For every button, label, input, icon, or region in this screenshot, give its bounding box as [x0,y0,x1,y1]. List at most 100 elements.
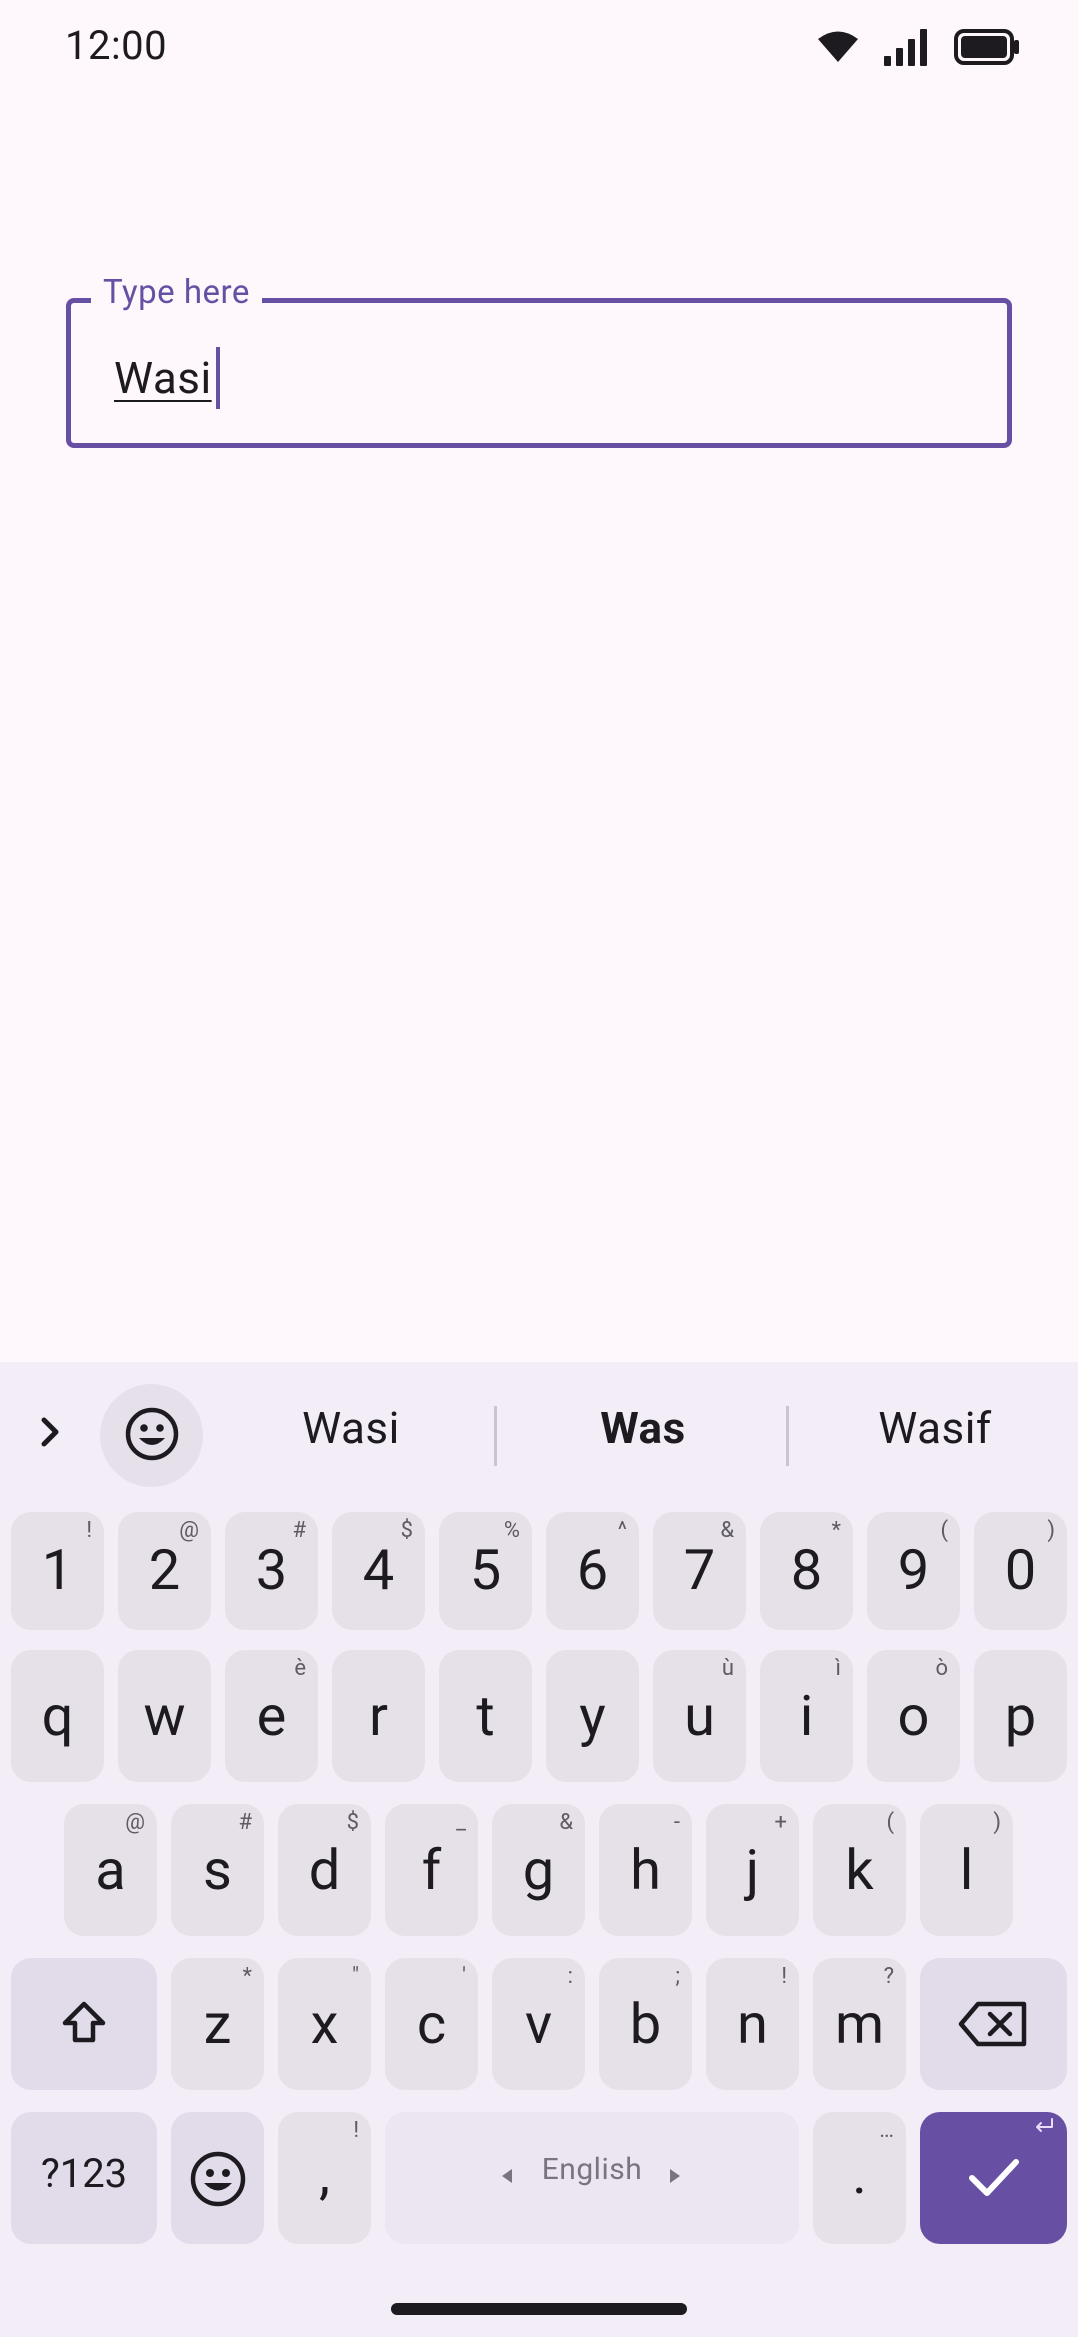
key-h[interactable]: - h [599,1804,692,1936]
symbols-key[interactable]: ?123 [11,2112,157,2244]
key-label: 5 [469,1537,502,1603]
key-1[interactable]: ! 1 [11,1512,104,1630]
key-hint: ? [883,1964,894,1989]
shift-key[interactable] [11,1958,157,2090]
key-z[interactable]: * z [171,1958,264,2090]
key-7[interactable]: & 7 [653,1512,746,1630]
emoji-icon [124,1406,180,1466]
key-d[interactable]: $ d [278,1804,371,1936]
key-label: y [579,1683,606,1749]
key-label: z [203,1991,232,2057]
key-hint: : [567,1964,573,1989]
key-o[interactable]: ò o [867,1650,960,1782]
key-label: 8 [790,1537,823,1603]
suggestion-strip: Wasi Was Wasif [0,1362,1078,1502]
key-hint: ! [353,2118,359,2143]
key-label: h [630,1837,661,1903]
key-hint: * [242,1964,252,1989]
backspace-key[interactable] [920,1958,1067,2090]
key-e[interactable]: è e [225,1650,318,1782]
chevron-right-icon[interactable] [30,1412,70,1452]
key-u[interactable]: ù u [653,1650,746,1782]
key-hint: # [238,1810,252,1835]
key-j[interactable]: + j [706,1804,799,1936]
key-t[interactable]: t [439,1650,532,1782]
key-r[interactable]: r [332,1650,425,1782]
key-v[interactable]: : v [492,1958,585,2090]
key-6[interactable]: ^ 6 [546,1512,639,1630]
key-l[interactable]: ) l [920,1804,1013,1936]
key-hint: ' [462,1964,466,1989]
key-4[interactable]: $ 4 [332,1512,425,1630]
key-9[interactable]: ( 9 [867,1512,960,1630]
key-label: 6 [576,1537,609,1603]
key-label: m [834,1991,885,2057]
key-s[interactable]: # s [171,1804,264,1936]
key-i[interactable]: ì i [760,1650,853,1782]
key-label: u [684,1683,715,1749]
key-label: k [845,1837,874,1903]
key-label: d [308,1837,341,1903]
key-a[interactable]: @ a [64,1804,157,1936]
key-hint: ò [935,1656,948,1681]
key-f[interactable]: _ f [385,1804,478,1936]
key-hint: " [351,1964,359,1989]
key-label: 3 [255,1537,288,1603]
suggestion-item[interactable]: Was [508,1402,778,1454]
shift-icon [61,2000,107,2050]
key-0[interactable]: ) 0 [974,1512,1067,1630]
key-label: 4 [362,1537,395,1603]
key-hint: @ [125,1810,145,1835]
emoji-key[interactable] [171,2112,264,2244]
space-key[interactable]: English [385,2112,799,2244]
emoji-suggestion-button[interactable] [100,1384,203,1487]
key-label: 2 [148,1537,181,1603]
enter-key[interactable] [920,2112,1067,2244]
key-label: , [318,2141,331,2207]
symbols-key-label: ?123 [40,2150,128,2197]
key-w[interactable]: w [118,1650,211,1782]
key-hint: ù [721,1656,734,1681]
suggestion-item[interactable]: Wasi [216,1402,486,1454]
emoji-icon [189,2150,247,2212]
key-label: x [310,1991,339,2057]
key-period[interactable]: … . [813,2112,906,2244]
key-n[interactable]: ! n [706,1958,799,2090]
key-hint: ; [675,1964,680,1989]
key-label: i [799,1683,814,1749]
key-label: . [852,2141,867,2207]
key-c[interactable]: ' c [385,1958,478,2090]
key-hint: - [673,1810,680,1835]
key-x[interactable]: " x [278,1958,371,2090]
text-field-input[interactable]: Wasi [114,347,220,409]
key-3[interactable]: # 3 [225,1512,318,1630]
key-b[interactable]: ; b [599,1958,692,2090]
key-m[interactable]: ? m [813,1958,906,2090]
key-hint: … [879,2118,894,2143]
key-q[interactable]: q [11,1650,104,1782]
key-y[interactable]: y [546,1650,639,1782]
text-field[interactable]: Type here Wasi [66,273,1012,448]
key-hint: è [294,1656,306,1681]
text-cursor [215,347,220,409]
key-label: b [629,1991,662,2057]
status-bar: 12:00 [0,0,1078,96]
key-label: l [959,1837,974,1903]
key-label: a [95,1837,126,1903]
key-label: c [416,1991,447,2057]
key-5[interactable]: % 5 [439,1512,532,1630]
navigation-handle[interactable] [391,2303,687,2315]
keyboard: Wasi Was Wasif ! 1 @ 2 # 3 $ 4 % 5 ^ 6 &… [0,1362,1078,2337]
suggestion-divider [494,1406,497,1466]
key-8[interactable]: * 8 [760,1512,853,1630]
key-label: 7 [683,1537,716,1603]
suggestion-item[interactable]: Wasif [800,1402,1070,1454]
key-2[interactable]: @ 2 [118,1512,211,1630]
signal-icon [884,28,928,70]
key-p[interactable]: p [974,1650,1067,1782]
key-label: f [421,1837,442,1903]
key-comma[interactable]: ! , [278,2112,371,2244]
arrow-right-icon [668,2167,682,2189]
key-g[interactable]: & g [492,1804,585,1936]
key-k[interactable]: ( k [813,1804,906,1936]
